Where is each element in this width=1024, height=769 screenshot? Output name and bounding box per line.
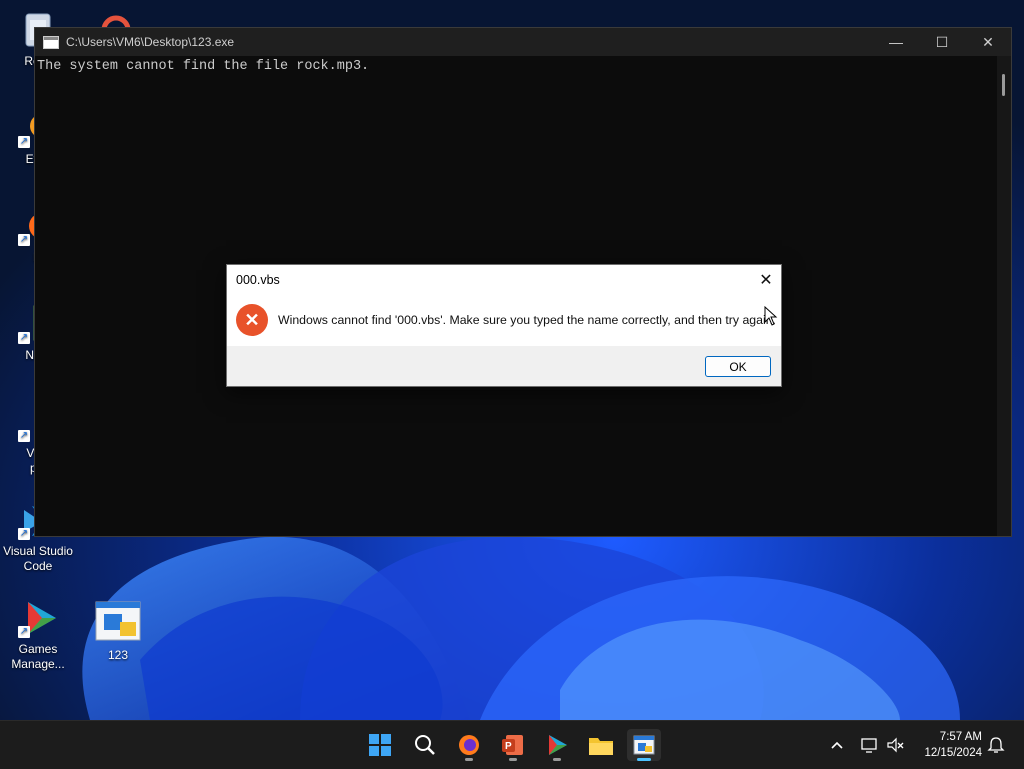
firefox-icon [459, 735, 479, 755]
running-indicator [509, 758, 517, 761]
shortcut-arrow-icon: ↗ [18, 234, 30, 246]
chevron-up-icon [831, 741, 843, 749]
clock-date: 12/15/2024 [924, 747, 982, 759]
running-indicator [637, 758, 651, 761]
mouse-cursor-icon [764, 306, 778, 326]
console-app-icon [633, 735, 655, 755]
dialog-title: 000.vbs [236, 272, 280, 287]
dialog-footer: OK [227, 346, 781, 386]
clock[interactable]: 7:57 AM 12/15/2024 [924, 729, 982, 761]
console-title: C:\Users\VM6\Desktop\123.exe [66, 35, 235, 49]
search-icon [415, 735, 435, 755]
shortcut-arrow-icon: ↗ [18, 528, 30, 540]
console-window-icon [43, 35, 59, 49]
volume-muted-icon [887, 737, 904, 753]
ok-button[interactable]: OK [705, 356, 771, 377]
desktop-icon-label: 123 [107, 648, 129, 662]
taskbar-firefox[interactable] [452, 729, 486, 761]
notifications-button[interactable] [986, 721, 1006, 769]
running-indicator [465, 758, 473, 761]
shortcut-arrow-icon: ↗ [18, 332, 30, 344]
exe-file-icon [94, 600, 142, 644]
dialog-close-button[interactable]: ✕ [751, 265, 781, 294]
taskbar-search-button[interactable] [408, 729, 442, 761]
start-button[interactable] [363, 729, 397, 761]
tray-overflow-button[interactable] [828, 721, 846, 769]
games-manager-icon: ↗ [18, 598, 58, 638]
clock-time: 7:57 AM [939, 731, 982, 743]
running-indicator [553, 758, 561, 761]
tray-network[interactable] [860, 721, 880, 769]
shortcut-arrow-icon: ↗ [18, 136, 30, 148]
close-button[interactable]: ✕ [965, 28, 1011, 56]
taskbar-console-app[interactable] [627, 729, 661, 761]
error-icon: ✕ [236, 304, 268, 336]
desktop-icon-label-line2: Code [23, 559, 53, 573]
shortcut-arrow-icon: ↗ [18, 430, 30, 442]
taskbar-file-explorer[interactable] [584, 729, 618, 761]
network-icon [861, 738, 877, 753]
dialog-message: Windows cannot find '000.vbs'. Make sure… [278, 313, 776, 327]
minimize-button[interactable]: — [873, 28, 919, 56]
bell-icon [987, 737, 1005, 753]
svg-text:P: P [505, 741, 512, 752]
error-dialog[interactable]: 000.vbs ✕ ✕ Windows cannot find '000.vbs… [226, 264, 782, 387]
desktop-icon-123[interactable]: 123 [80, 600, 156, 663]
console-titlebar[interactable]: C:\Users\VM6\Desktop\123.exe — ☐ ✕ [35, 28, 1011, 56]
taskbar-powerpoint[interactable]: P [496, 729, 530, 761]
powerpoint-icon: P [502, 735, 523, 755]
tray-volume[interactable] [886, 721, 906, 769]
file-explorer-icon [589, 738, 613, 755]
desktop-icon-label: Visual Studio [3, 544, 73, 558]
desktop-icon-games-manager[interactable]: ↗ Games Manage... [0, 598, 76, 672]
start-icon [369, 734, 391, 756]
desktop-icon-label: Games [18, 642, 58, 656]
media-player-icon [549, 735, 567, 755]
console-scrollbar[interactable] [997, 56, 1011, 536]
shortcut-arrow-icon: ↗ [18, 626, 30, 638]
maximize-button[interactable]: ☐ [919, 28, 965, 56]
scrollbar-thumb[interactable] [1002, 74, 1005, 96]
desktop-icon-label-line2: Manage... [11, 657, 65, 671]
taskbar: P 7:57 AM 12/15/2024 [0, 720, 1024, 769]
dialog-content: ✕ Windows cannot find '000.vbs'. Make su… [227, 294, 781, 346]
taskbar-media-player[interactable] [540, 729, 574, 761]
dialog-titlebar[interactable]: 000.vbs ✕ [227, 265, 781, 294]
